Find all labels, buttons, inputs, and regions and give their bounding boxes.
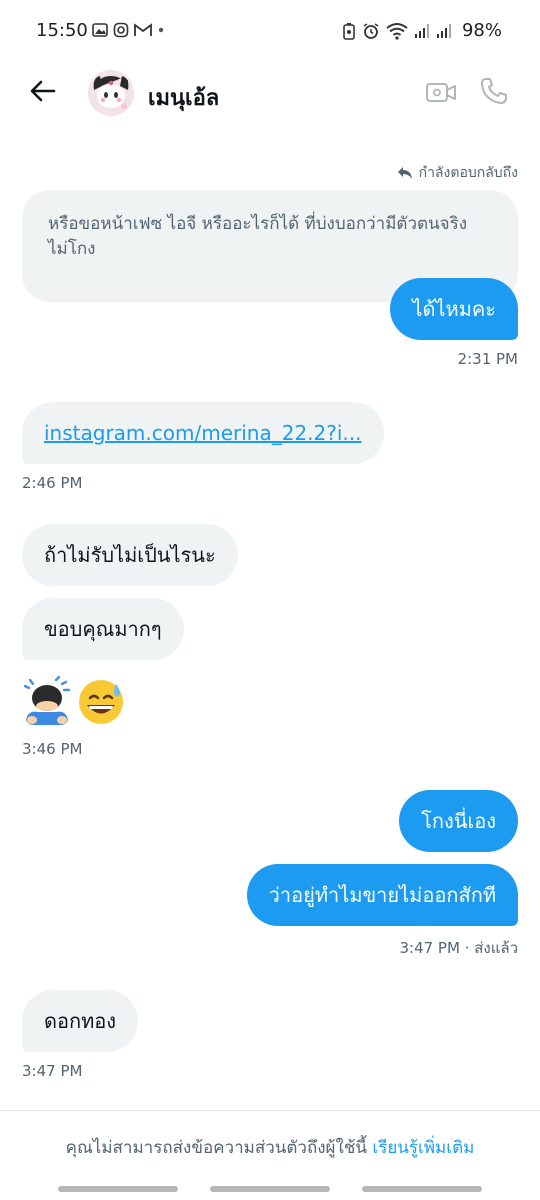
back-button[interactable] xyxy=(28,76,58,106)
system-nav-bar xyxy=(0,1186,540,1194)
nav-recents-button[interactable] xyxy=(58,1186,178,1192)
battery-saver-icon xyxy=(343,22,355,40)
gmail-icon xyxy=(134,23,152,36)
message-bubble-incoming[interactable]: ขอบคุณมากๆ xyxy=(22,598,184,660)
message-text: ดอกทอง xyxy=(44,1009,117,1033)
notification-icons xyxy=(92,22,165,38)
avatar[interactable] xyxy=(88,70,134,116)
message-text: ขอบคุณมากๆ xyxy=(44,617,162,641)
avatar-image xyxy=(88,70,134,116)
status-time: 15:50 xyxy=(36,20,88,41)
message-bubble-outgoing[interactable]: ว่าอยู่ทำไมขายไม่ออกสักที xyxy=(246,864,518,926)
message-bubble-outgoing[interactable]: โกงนี่เอง xyxy=(399,790,518,852)
status-bar: 15:50 98% xyxy=(0,0,540,62)
message-status: 3:47 PM · ส่งแล้ว xyxy=(399,939,518,957)
gallery-icon xyxy=(92,23,108,37)
system-icons: 98% xyxy=(342,20,502,41)
video-call-button[interactable] xyxy=(425,78,457,106)
footer-divider xyxy=(0,1110,540,1111)
message-bubble-incoming[interactable]: ถ้าไม่รับไม่เป็นไรนะ xyxy=(22,524,238,586)
instagram-link[interactable]: instagram.com/merina_22.2?i... xyxy=(44,421,362,445)
bowing-person-emoji-icon xyxy=(23,676,71,725)
message-bubble-outgoing[interactable]: ได้ไหมคะ xyxy=(390,278,518,340)
conversation-header: เมนุเอ้ล xyxy=(0,62,540,124)
message-bubble-link[interactable]: instagram.com/merina_22.2?i... xyxy=(22,402,384,464)
contact-name[interactable]: เมนุเอ้ล xyxy=(148,80,219,115)
nav-back-button[interactable] xyxy=(362,1186,482,1192)
back-arrow-icon xyxy=(30,80,56,102)
wifi-icon xyxy=(386,22,408,40)
dot-icon xyxy=(158,27,164,33)
learn-more-link[interactable]: เรียนรู้เพิ่มเติม xyxy=(372,1138,474,1158)
reply-indicator-label: กำลังตอบกลับถึง xyxy=(418,165,518,181)
message-text: ว่าอยู่ทำไมขายไม่ออกสักที xyxy=(268,883,496,907)
reply-arrow-icon xyxy=(397,167,412,179)
signal-icon xyxy=(414,23,429,38)
instagram-icon xyxy=(113,22,129,38)
message-text: ถ้าไม่รับไม่เป็นไรนะ xyxy=(44,543,216,567)
emoji-message[interactable] xyxy=(22,676,126,726)
message-timestamp: 3:46 PM xyxy=(22,740,83,758)
message-text: โกงนี่เอง xyxy=(421,809,496,833)
dm-restricted-text: คุณไม่สามารถส่งข้อความส่วนตัวถึงผู้ใช้นี… xyxy=(65,1138,373,1158)
nav-home-button[interactable] xyxy=(210,1186,330,1192)
message-timestamp: 3:47 PM xyxy=(22,1062,83,1080)
signal-2-icon xyxy=(436,23,451,38)
video-camera-icon xyxy=(426,83,456,102)
reply-indicator: กำลังตอบกลับถึง xyxy=(397,162,518,184)
message-timestamp: 2:46 PM xyxy=(22,474,83,492)
dm-restricted-notice: คุณไม่สามารถส่งข้อความส่วนตัวถึงผู้ใช้นี… xyxy=(0,1134,540,1161)
grinning-sweat-emoji-icon xyxy=(79,680,123,724)
voice-call-button[interactable] xyxy=(479,76,509,106)
phone-icon xyxy=(481,78,507,104)
battery-level: 98% xyxy=(461,20,502,41)
message-bubble-incoming[interactable]: ดอกทอง xyxy=(22,990,139,1052)
message-text: ได้ไหมคะ xyxy=(412,297,496,321)
message-timestamp: 2:31 PM xyxy=(457,350,518,368)
alarm-icon xyxy=(363,22,379,39)
